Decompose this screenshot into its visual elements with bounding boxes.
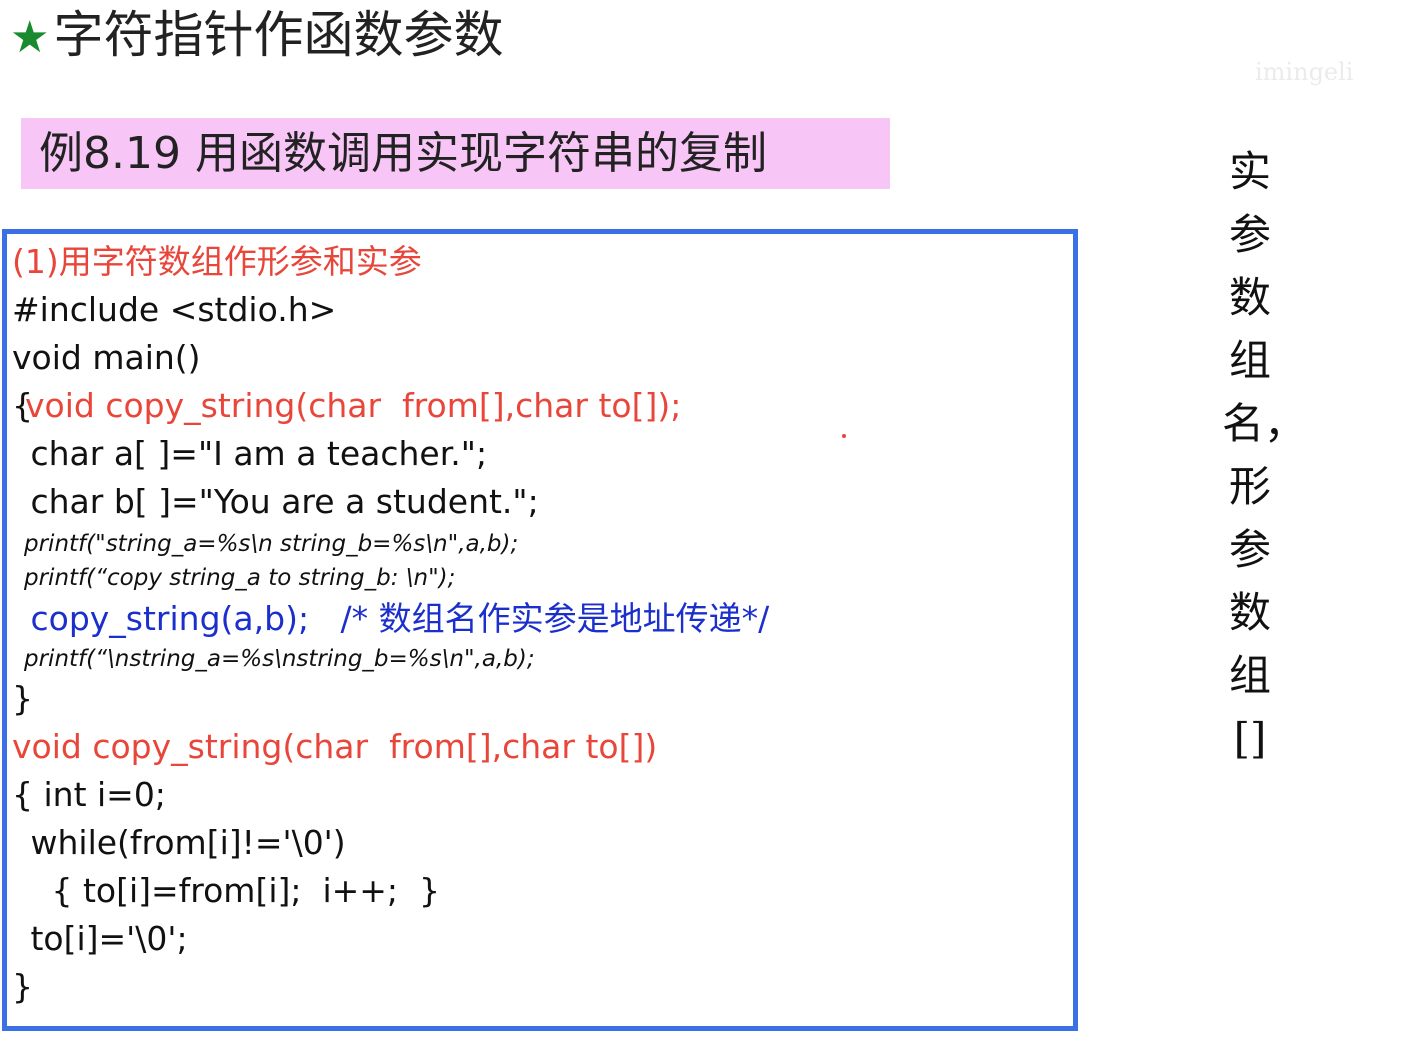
page-title: ★字符指针作函数参数 [10,0,503,73]
watermark: imingeli [1255,58,1354,86]
code-line: printf(“copy string_a to string_b: \n"); [24,565,456,591]
star-icon: ★ [10,12,50,63]
code-line: copy_string(a,b); /* 数组名作实参是地址传递*/ [20,599,770,638]
annotation-dot [842,434,846,438]
code-line: void copy_string(char from[],char to[]) [12,727,658,766]
code-line: #include <stdio.h> [12,290,337,329]
side-note: 实参数组名，形参数组[] [1222,147,1307,763]
code-line: { int i=0; [12,775,166,814]
code-line: printf("string_a=%s\n string_b=%s\n",a,b… [24,531,519,557]
code-line: printf(“\nstring_a=%s\nstring_b=%s\n",a,… [24,646,535,672]
code-line: char b[ ]="You are a student."; [20,482,539,521]
code-line: { to[i]=from[i]; i++; } [20,871,441,910]
code-line: while(from[i]!='\0') [20,823,346,862]
code-line: to[i]='\0'; [20,919,188,958]
code-line: } [12,679,33,718]
example-label: 例8.19 用函数调用实现字符串的复制 [39,128,767,179]
code-line: char a[ ]="I am a teacher."; [20,434,488,473]
example-banner: 例8.19 用函数调用实现字符串的复制 [21,118,890,189]
code-line: void main() [12,338,201,377]
code-line: } [12,967,33,1006]
code-heading: (1)用字符数组作形参和实参 [12,242,422,281]
page-title-text: 字符指针作函数参数 [53,6,504,64]
code-line: void copy_string(char from[],char to[]); [25,386,682,425]
